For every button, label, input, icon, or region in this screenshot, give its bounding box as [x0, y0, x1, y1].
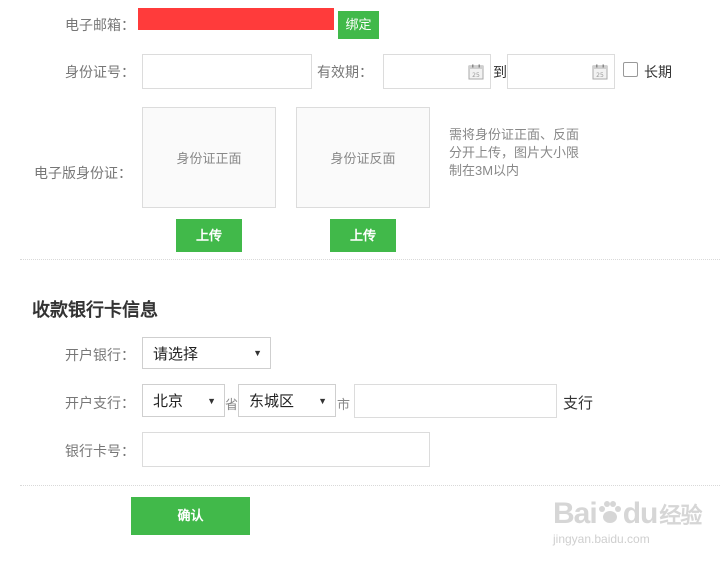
city-select[interactable]: 东城区 ▼ [238, 384, 336, 417]
email-redaction-tail [324, 13, 333, 25]
svg-text:25: 25 [596, 72, 604, 79]
upload-back-button[interactable]: 上传 [330, 219, 396, 252]
watermark-text-cn: 经验 [659, 503, 702, 528]
upload-note: 需将身份证正面、反面 分开上传，图片大小限 制在3M以内 [449, 127, 580, 178]
confirm-button[interactable]: 确认 [131, 497, 250, 535]
city-suffix: 市 [337, 397, 351, 412]
baidu-watermark-logo: Bai du经验 [553, 497, 702, 531]
watermark-text-2: du [622, 497, 659, 530]
city-select-value: 东城区 [249, 393, 295, 410]
chevron-down-icon: ▼ [253, 348, 262, 358]
bank-select[interactable]: 请选择 ▼ [142, 337, 271, 369]
province-suffix: 省 [225, 397, 239, 412]
watermark-text-1: Bai [553, 497, 598, 530]
id-number-label: 身份证号： [65, 64, 135, 80]
bank-label: 开户银行： [65, 347, 135, 363]
upload-front-button[interactable]: 上传 [176, 219, 242, 252]
bank-section-title: 收款银行卡信息 [32, 300, 158, 320]
svg-text:25: 25 [472, 72, 480, 79]
email-label: 电子邮箱： [65, 17, 135, 33]
paw-icon [598, 501, 621, 523]
date-to-label: 到 [493, 64, 507, 80]
province-select-value: 北京 [153, 393, 184, 410]
section-divider [20, 485, 720, 486]
card-number-input[interactable] [142, 432, 430, 467]
long-term-checkbox[interactable] [623, 62, 638, 77]
chevron-down-icon: ▼ [318, 395, 327, 406]
email-redaction [138, 8, 334, 30]
id-front-placeholder: 身份证正面 [176, 151, 242, 166]
validity-start-date-input[interactable]: 25 [383, 54, 491, 89]
id-number-input[interactable] [142, 54, 312, 89]
id-upload-label: 电子版身份证： [34, 165, 132, 181]
bank-select-value: 请选择 [153, 345, 199, 363]
id-back-upload-area[interactable]: 身份证反面 [296, 107, 430, 208]
validity-end-date-input[interactable]: 25 [507, 54, 615, 89]
chevron-down-icon: ▼ [207, 395, 216, 406]
id-front-upload-area[interactable]: 身份证正面 [142, 107, 276, 208]
section-divider [20, 259, 720, 260]
branch-input[interactable] [354, 384, 557, 418]
branch-suffix: 支行 [563, 395, 594, 412]
province-select[interactable]: 北京 ▼ [142, 384, 225, 417]
card-number-label: 银行卡号： [65, 443, 135, 459]
long-term-label: 长期 [644, 64, 672, 80]
id-back-placeholder: 身份证反面 [330, 151, 396, 166]
branch-label: 开户支行： [65, 395, 135, 411]
calendar-icon[interactable]: 25 [468, 64, 484, 80]
watermark-url: jingyan.baidu.com [553, 532, 650, 546]
validity-label: 有效期： [317, 64, 373, 80]
calendar-icon[interactable]: 25 [592, 64, 608, 80]
bind-email-button[interactable]: 绑定 [338, 11, 379, 39]
